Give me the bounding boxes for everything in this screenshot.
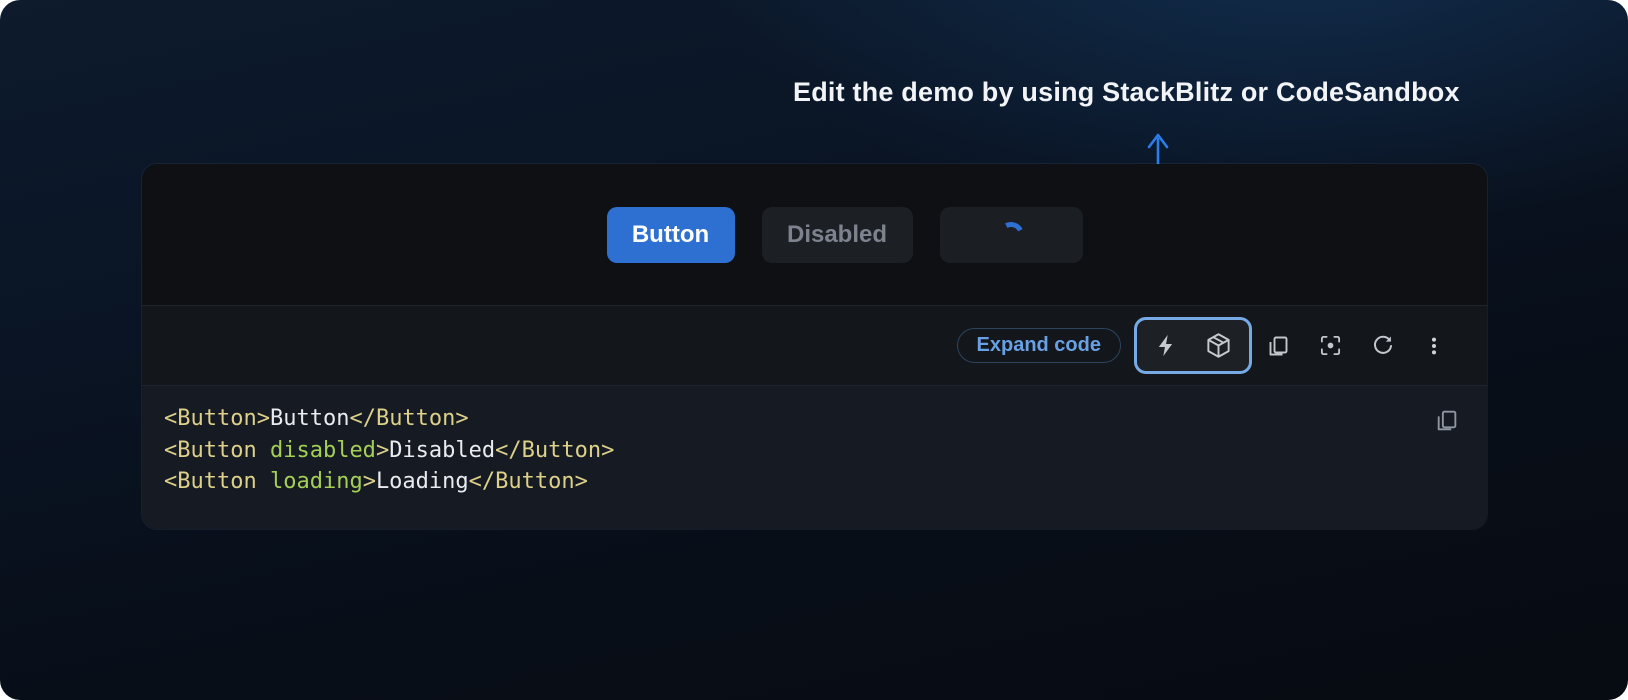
code-line: <Button>Button</Button> — [164, 403, 1465, 435]
annotation-heading: Edit the demo by using StackBlitz or Cod… — [793, 77, 1460, 108]
page-background: Edit the demo by using StackBlitz or Cod… — [0, 0, 1628, 700]
demo-stage: Button Disabled — [142, 164, 1487, 305]
focus-icon[interactable] — [1319, 334, 1342, 357]
reload-icon[interactable] — [1371, 334, 1394, 357]
code-lines: <Button>Button</Button><Button disabled>… — [164, 403, 1465, 498]
code-copy-icon[interactable] — [1434, 408, 1459, 433]
demo-card: Button Disabled Expand code — [141, 163, 1488, 530]
arrow-head — [1149, 135, 1167, 147]
sandbox-icon-group — [1134, 317, 1252, 374]
stackblitz-icon[interactable] — [1154, 333, 1179, 358]
codesandbox-icon[interactable] — [1205, 332, 1232, 359]
demo-button-loading[interactable] — [940, 207, 1083, 263]
expand-code-button[interactable]: Expand code — [957, 328, 1121, 363]
code-line: <Button disabled>Disabled</Button> — [164, 435, 1465, 467]
code-block: <Button>Button</Button><Button disabled>… — [142, 386, 1487, 529]
demo-toolbar: Expand code — [142, 305, 1487, 386]
kebab-menu-icon[interactable] — [1423, 334, 1445, 358]
code-line: <Button loading>Loading</Button> — [164, 466, 1465, 498]
copy-icon[interactable] — [1266, 334, 1290, 358]
demo-button-disabled: Disabled — [762, 207, 913, 263]
loading-spinner-icon — [995, 218, 1028, 251]
demo-button-primary[interactable]: Button — [607, 207, 735, 263]
